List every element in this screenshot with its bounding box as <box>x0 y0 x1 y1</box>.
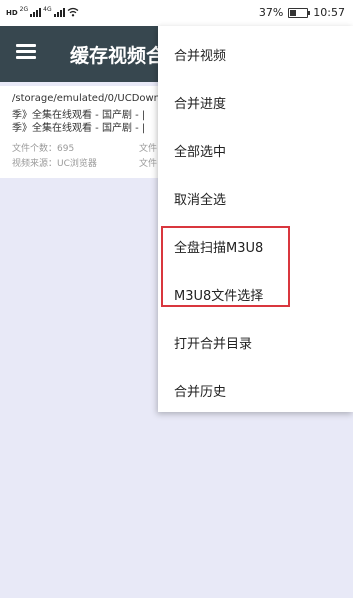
menu-item-merge-progress[interactable]: 合并进度 <box>158 78 353 126</box>
menu-item-full-scan-m3u8[interactable]: 全盘扫描M3U8 <box>158 222 353 270</box>
battery-fill <box>290 9 297 16</box>
app-title: 缓存视频合 <box>70 45 166 67</box>
file-count: 文件个数：695 <box>12 144 75 154</box>
clock: 10:57 <box>313 6 345 19</box>
menu-item-merge-history[interactable]: 合并历史 <box>158 366 353 414</box>
signal-icon-2 <box>53 7 65 17</box>
file-path: /storage/emulated/0/UCDown <box>12 93 161 104</box>
menu-item-select-all[interactable]: 全部选中 <box>158 126 353 174</box>
signal-icon <box>30 7 42 17</box>
file-size-label-2: 文件 <box>139 159 158 169</box>
menu-item-open-merge-dir[interactable]: 打开合并目录 <box>158 318 353 366</box>
menu-item-merge-video[interactable]: 合并视频 <box>158 30 353 78</box>
battery-percent: 37% <box>258 6 284 19</box>
network-4g-label: 4G <box>43 6 52 13</box>
network-2g-label: 2G <box>19 6 29 13</box>
file-size-label: 文件 <box>139 144 158 154</box>
video-title-line-2: 季》全集在线观看 - 国产剧 - | <box>12 123 146 134</box>
video-source: 视频来源：UC浏览器 <box>12 159 97 169</box>
hd-label: HD <box>6 9 18 17</box>
battery-tip <box>308 10 311 15</box>
hamburger-menu-icon[interactable] <box>16 44 36 60</box>
wifi-icon <box>67 7 79 17</box>
menu-item-m3u8-file-select[interactable]: M3U8文件选择 <box>158 270 353 318</box>
overflow-menu: 合并视频 合并进度 全部选中 取消全选 全盘扫描M3U8 M3U8文件选择 打开… <box>158 26 353 412</box>
status-left: HD 2G 4G <box>6 7 79 17</box>
status-bar: HD 2G 4G 37% 10:57 <box>0 0 353 26</box>
battery-icon <box>288 7 311 18</box>
status-right: 37% 10:57 <box>259 6 345 19</box>
menu-item-deselect-all[interactable]: 取消全选 <box>158 174 353 222</box>
